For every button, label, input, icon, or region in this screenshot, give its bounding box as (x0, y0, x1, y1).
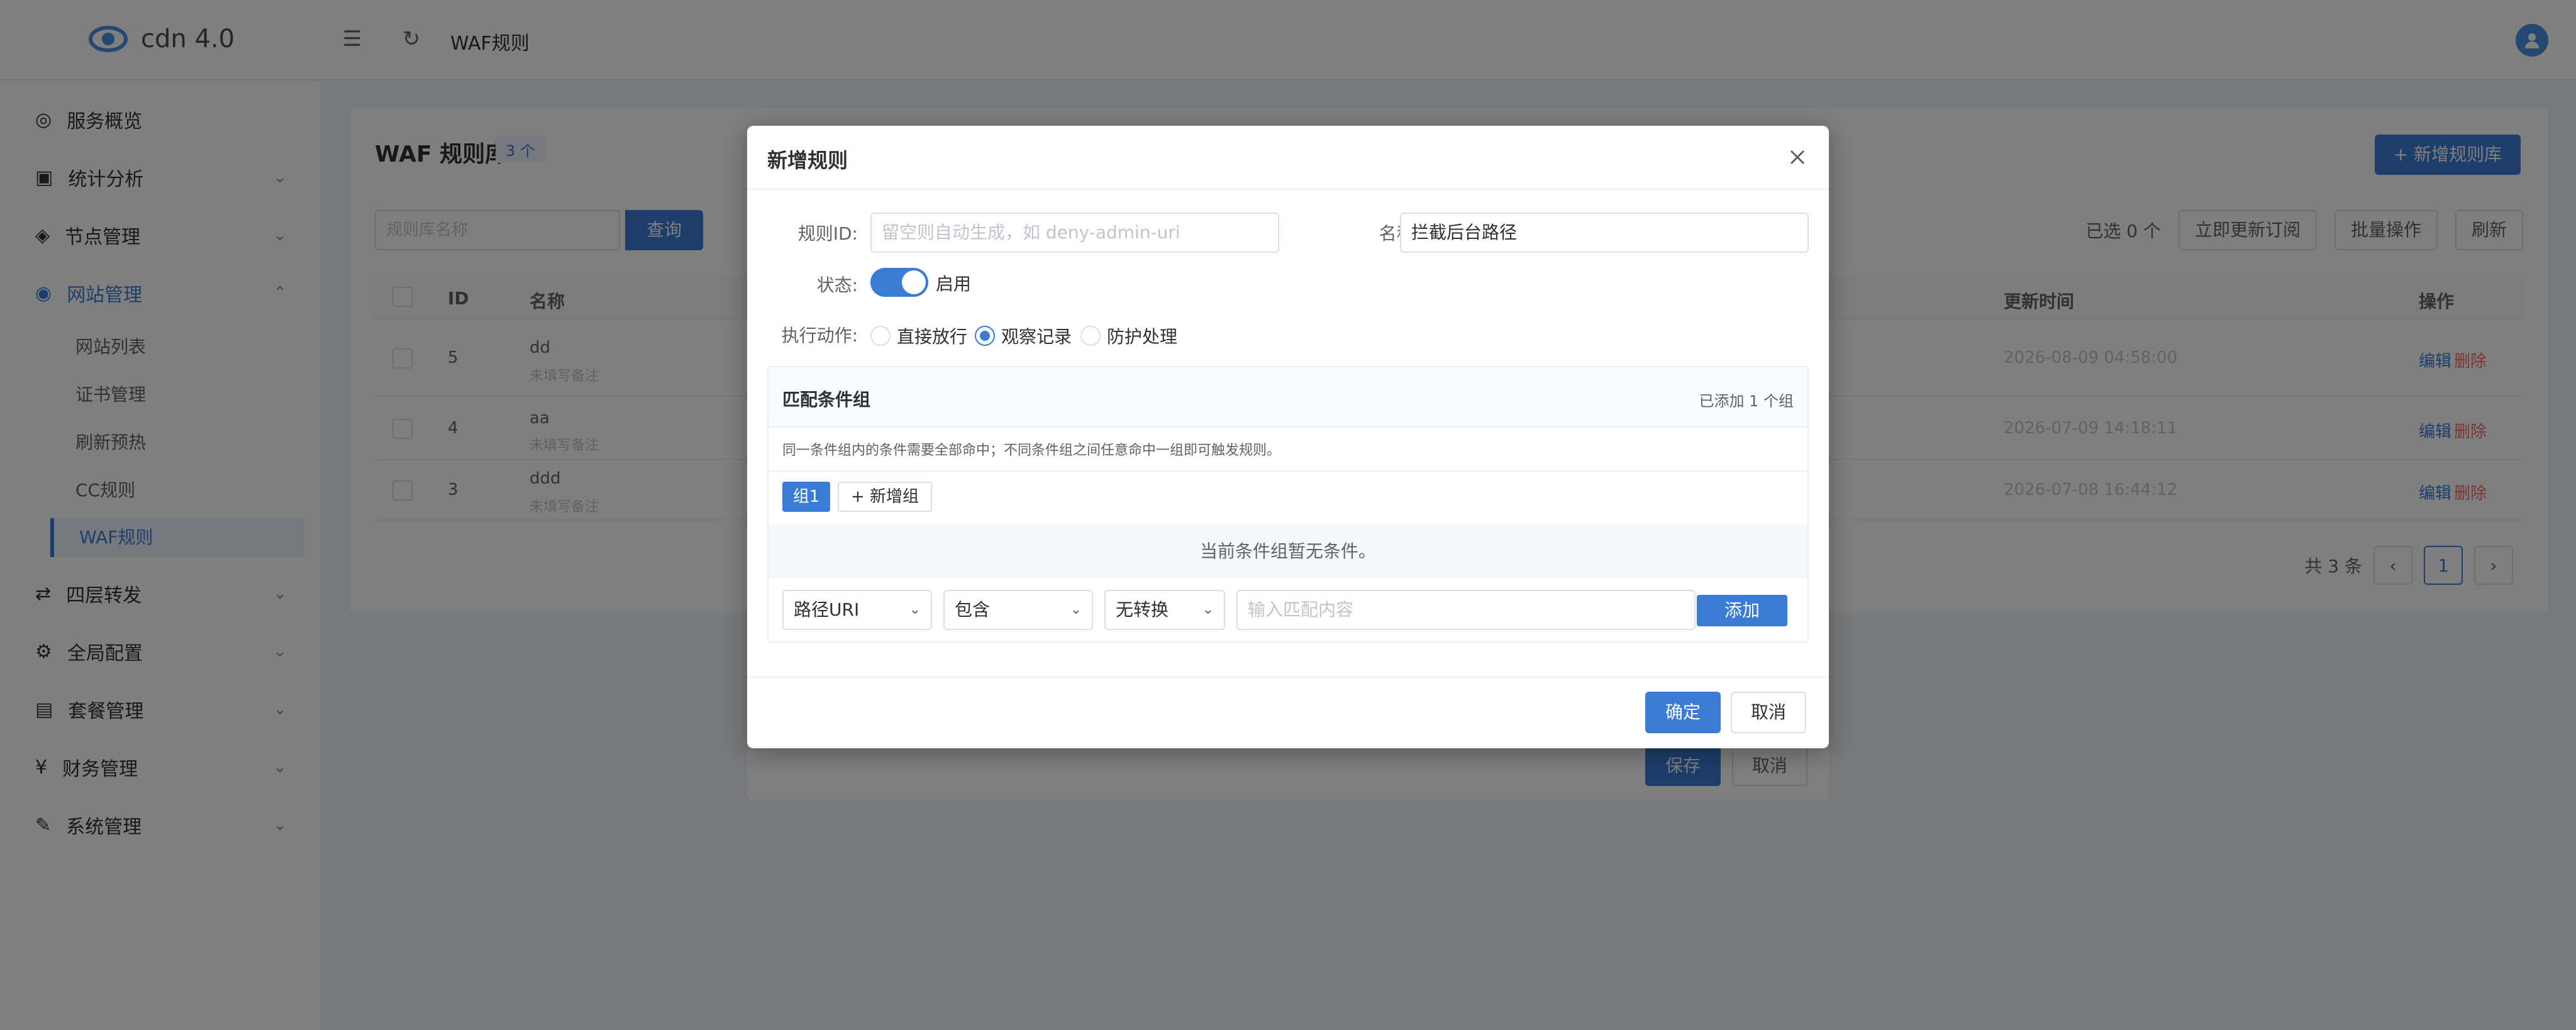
divider (769, 470, 1807, 472)
transform-select[interactable]: 无转换 ⌄ (1104, 590, 1225, 630)
add-rule-dialog: 新增规则 规则ID: 留空则自动生成，如 deny-admin-uri 名称: … (747, 126, 1829, 748)
dialog-header: 新增规则 (747, 126, 1829, 190)
add-group-button[interactable]: + 新增组 (838, 482, 932, 512)
field-select[interactable]: 路径URI ⌄ (782, 590, 932, 630)
divider (747, 677, 1829, 678)
condition-group-description: 同一条件组内的条件需要全部命中；不同条件组之间任意命中一组即可触发规则。 (782, 443, 1281, 458)
name-input[interactable]: 拦截后台路径 (1400, 213, 1809, 253)
action-radio-observe[interactable]: 观察记录 (975, 323, 1072, 348)
action-radio-protect[interactable]: 防护处理 (1080, 323, 1177, 348)
add-condition-button[interactable]: 添加 (1697, 595, 1787, 626)
field-select-value: 路径URI (794, 599, 860, 620)
condition-group-title: 匹配条件组 (782, 389, 871, 410)
group-tab-1[interactable]: 组1 (782, 482, 830, 512)
chevron-down-icon: ⌄ (1070, 602, 1082, 617)
operator-select-value: 包含 (955, 599, 991, 620)
radio-checked-icon (975, 326, 995, 346)
match-value-input[interactable]: 输入匹配内容 (1236, 590, 1696, 630)
radio-label: 防护处理 (1107, 326, 1178, 347)
operator-select[interactable]: 包含 ⌄ (943, 590, 1093, 630)
chevron-down-icon: ⌄ (1202, 602, 1214, 617)
radio-label: 观察记录 (1001, 326, 1072, 347)
action-radio-allow[interactable]: 直接放行 (870, 323, 967, 348)
confirm-button[interactable]: 确定 (1645, 692, 1721, 733)
radio-icon (1080, 326, 1101, 346)
condition-group-header: 匹配条件组 已添加 1 个组 (769, 367, 1807, 428)
rule-id-label: 规则ID: (797, 223, 858, 244)
status-label: 状态: (816, 275, 858, 296)
condition-group-panel: 匹配条件组 已添加 1 个组 同一条件组内的条件需要全部命中；不同条件组之间任意… (767, 366, 1809, 643)
empty-conditions-text: 当前条件组暂无条件。 (769, 524, 1807, 579)
toggle-knob (902, 270, 926, 294)
status-toggle[interactable] (870, 268, 928, 297)
transform-select-value: 无转换 (1116, 599, 1169, 620)
close-icon[interactable] (1784, 143, 1811, 171)
chevron-down-icon: ⌄ (909, 602, 921, 617)
dialog-title: 新增规则 (767, 148, 848, 172)
radio-label: 直接放行 (897, 326, 968, 347)
action-label: 执行动作: (781, 325, 858, 346)
cancel-button[interactable]: 取消 (1731, 692, 1806, 733)
rule-id-input[interactable]: 留空则自动生成，如 deny-admin-uri (870, 213, 1279, 253)
radio-icon (870, 326, 891, 346)
status-text: 启用 (936, 274, 972, 294)
condition-group-count: 已添加 1 个组 (1699, 392, 1794, 410)
